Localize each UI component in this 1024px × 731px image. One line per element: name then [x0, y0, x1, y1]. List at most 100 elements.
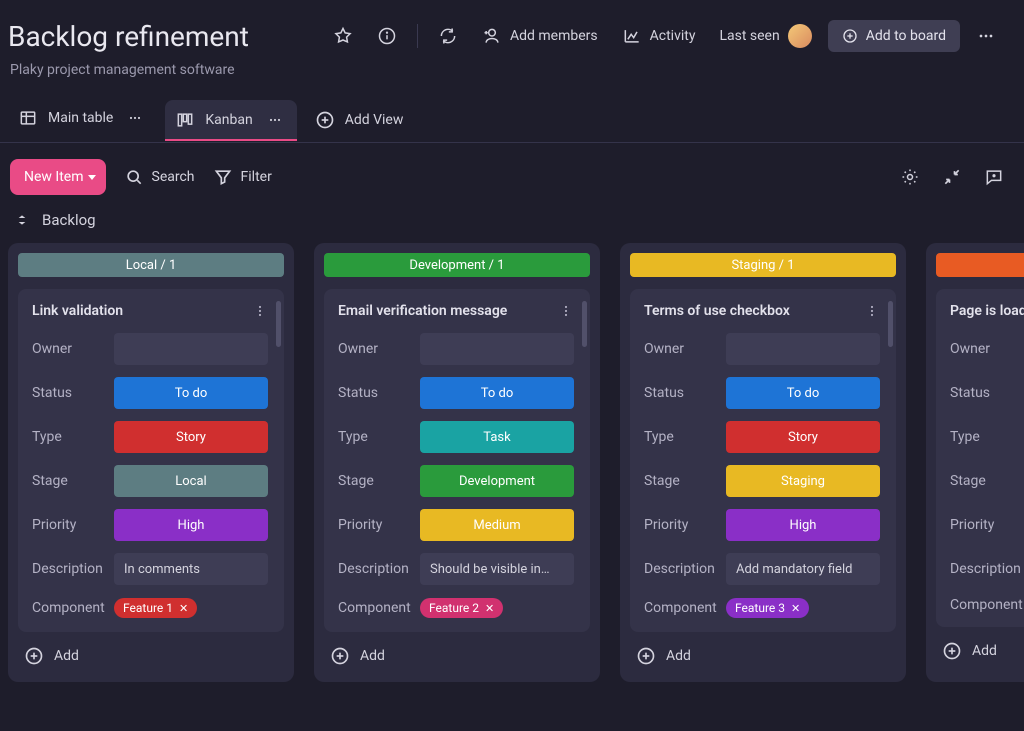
owner-field[interactable] — [420, 333, 574, 365]
field-label: Owner — [950, 341, 1024, 357]
kanban-column: Local / 1 Link validation Owner StatusTo… — [8, 243, 294, 682]
collapse-button[interactable] — [942, 167, 962, 187]
tab-main-table[interactable]: Main table — [14, 98, 157, 142]
add-card-button[interactable]: Add — [936, 627, 1024, 667]
add-view-button[interactable]: Add View — [305, 102, 414, 138]
new-item-button[interactable]: New Item — [10, 159, 106, 195]
add-card-button[interactable]: Add — [18, 632, 284, 672]
add-to-board-label: Add to board — [866, 28, 946, 44]
field-label: Description — [32, 561, 114, 577]
add-to-board-button[interactable]: Add to board — [828, 20, 960, 52]
last-seen-button[interactable]: Last seen — [711, 18, 819, 54]
filter-icon — [213, 167, 233, 187]
info-button[interactable] — [369, 20, 405, 52]
field-label: Priority — [338, 517, 420, 533]
owner-field[interactable] — [114, 333, 268, 365]
field-value[interactable]: High — [114, 509, 268, 541]
column-header[interactable] — [936, 253, 1024, 277]
group-title: Backlog — [42, 211, 96, 229]
field-label: Component — [950, 597, 1024, 613]
field-label: Stage — [338, 473, 420, 489]
comments-button[interactable] — [984, 167, 1004, 187]
field-label: Stage — [644, 473, 726, 489]
search-button[interactable]: Search — [124, 167, 195, 187]
star-icon — [333, 26, 353, 46]
tab-main-table-label: Main table — [48, 110, 113, 126]
chip-remove-icon[interactable]: ✕ — [791, 602, 800, 615]
more-button[interactable] — [968, 20, 1004, 52]
field-value[interactable]: Story — [726, 421, 880, 453]
field-value[interactable]: Should be visible in… — [420, 553, 574, 585]
tab-kanban[interactable]: Kanban — [165, 100, 296, 140]
field-value[interactable]: Task — [420, 421, 574, 453]
field-value[interactable]: Add mandatory field — [726, 553, 880, 585]
collapse-icon — [942, 167, 962, 187]
activity-button[interactable]: Activity — [614, 20, 704, 52]
chip-remove-icon[interactable]: ✕ — [179, 602, 188, 615]
component-field[interactable]: Feature 2 ✕ — [420, 597, 574, 618]
collapse-group-icon[interactable] — [14, 212, 30, 228]
column-header[interactable]: Staging / 1 — [630, 253, 896, 277]
field-value[interactable]: Development — [420, 465, 574, 497]
component-field[interactable]: Feature 3 ✕ — [726, 597, 880, 618]
field-value[interactable]: In comments — [114, 553, 268, 585]
card-more-button[interactable] — [864, 303, 880, 319]
add-card-label: Add — [666, 648, 691, 664]
card[interactable]: Email verification message Owner StatusT… — [324, 289, 590, 632]
component-chip[interactable]: Feature 1 ✕ — [114, 598, 197, 618]
card[interactable]: Page is loadi Owner Status Type Stage Pr… — [936, 289, 1024, 627]
field-value[interactable]: Story — [114, 421, 268, 453]
dots-horizontal-icon — [127, 110, 143, 126]
card[interactable]: Link validation Owner StatusTo do TypeSt… — [18, 289, 284, 632]
field-label: Status — [950, 385, 1024, 401]
card-more-button[interactable] — [252, 303, 268, 319]
search-icon — [124, 167, 144, 187]
tab-main-table-more[interactable] — [123, 106, 147, 130]
column-header[interactable]: Development / 1 — [324, 253, 590, 277]
scrollbar[interactable] — [582, 301, 587, 347]
field-label: Type — [950, 429, 1024, 445]
card-title: Terms of use checkbox — [644, 303, 790, 319]
plus-circle-icon — [315, 110, 335, 130]
card-title: Page is loadi — [950, 303, 1024, 319]
filter-button[interactable]: Filter — [213, 167, 272, 187]
field-label: Component — [32, 600, 114, 616]
kanban-column: Staging / 1 Terms of use checkbox Owner … — [620, 243, 906, 682]
component-chip[interactable]: Feature 2 ✕ — [420, 598, 503, 618]
star-button[interactable] — [325, 20, 361, 52]
plus-circle-icon — [24, 646, 44, 666]
field-value[interactable]: To do — [114, 377, 268, 409]
refresh-button[interactable] — [430, 20, 466, 52]
add-card-button[interactable]: Add — [324, 632, 590, 672]
field-label: Description — [338, 561, 420, 577]
dots-horizontal-icon — [267, 112, 283, 128]
field-label: Type — [644, 429, 726, 445]
field-value[interactable]: High — [726, 509, 880, 541]
field-value[interactable]: Staging — [726, 465, 880, 497]
kanban-column: Page is loadi Owner Status Type Stage Pr… — [926, 243, 1024, 682]
component-chip[interactable]: Feature 3 ✕ — [726, 598, 809, 618]
add-members-button[interactable]: Add members — [474, 20, 606, 52]
field-label: Component — [338, 600, 420, 616]
field-label: Status — [32, 385, 114, 401]
tab-kanban-more[interactable] — [263, 108, 287, 132]
field-value[interactable]: To do — [420, 377, 574, 409]
component-field[interactable]: Feature 1 ✕ — [114, 597, 268, 618]
plus-circle-icon — [942, 641, 962, 661]
field-label: Owner — [32, 341, 114, 357]
scrollbar[interactable] — [276, 301, 281, 347]
card-more-button[interactable] — [558, 303, 574, 319]
scrollbar[interactable] — [888, 301, 893, 347]
column-header[interactable]: Local / 1 — [18, 253, 284, 277]
page-subtitle: Plaky project management software — [10, 62, 1004, 78]
new-item-label: New Item — [24, 169, 84, 185]
field-value[interactable]: Local — [114, 465, 268, 497]
field-label: Priority — [950, 517, 1024, 533]
add-card-button[interactable]: Add — [630, 632, 896, 672]
settings-button[interactable] — [900, 167, 920, 187]
card[interactable]: Terms of use checkbox Owner StatusTo do … — [630, 289, 896, 632]
field-value[interactable]: Medium — [420, 509, 574, 541]
chip-remove-icon[interactable]: ✕ — [485, 602, 494, 615]
owner-field[interactable] — [726, 333, 880, 365]
field-value[interactable]: To do — [726, 377, 880, 409]
